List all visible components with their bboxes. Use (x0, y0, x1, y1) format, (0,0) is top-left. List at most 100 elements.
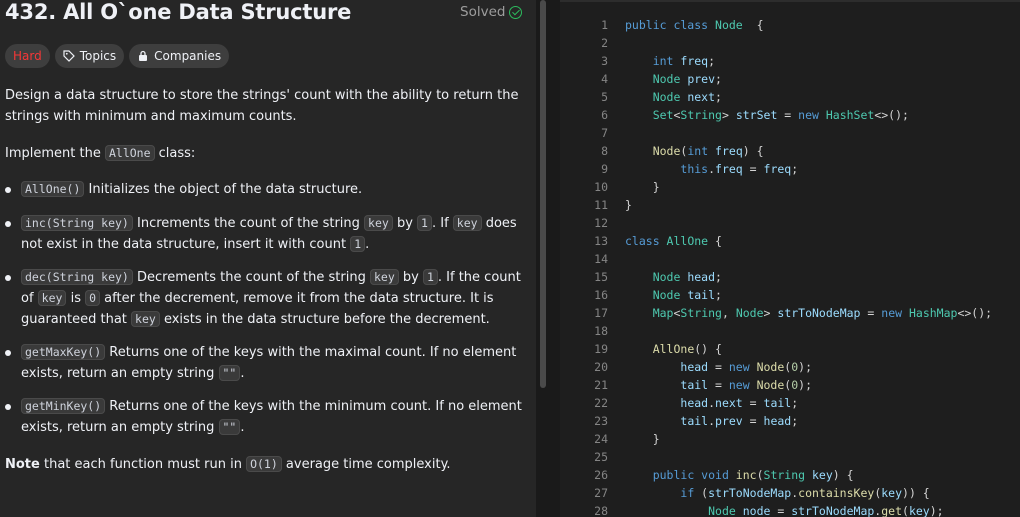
line-content[interactable]: Node(int freq) { (625, 142, 764, 160)
line-content[interactable]: tail.prev = head; (625, 412, 798, 430)
code-line[interactable]: 9 this.freq = freq; (560, 160, 1020, 178)
code-token: next (687, 90, 716, 104)
code-line[interactable]: 2 (560, 34, 1020, 52)
code-line[interactable]: 4 Node prev; (560, 70, 1020, 88)
line-content[interactable]: if (strToNodeMap.containsKey(key)) { (625, 484, 929, 502)
text: by (392, 216, 418, 231)
code-token: > (721, 108, 736, 122)
code-token: prev (687, 72, 716, 86)
code-token: Node (652, 72, 688, 86)
code-token: ; (715, 288, 722, 302)
inline-code: getMinKey() (21, 398, 106, 414)
code-line[interactable]: 19 AllOne() { (560, 340, 1020, 358)
code-token: ; (791, 162, 799, 176)
line-content[interactable]: Node tail; (625, 286, 722, 304)
code-token: String (680, 108, 722, 122)
code-token: new (728, 360, 757, 374)
code-line[interactable]: 25 (560, 448, 1020, 466)
line-number: 12 (594, 216, 608, 230)
line-content[interactable]: Node next; (625, 88, 722, 106)
code-line[interactable]: 18 (560, 322, 1020, 340)
code-line[interactable]: 20 head = new Node(0); (560, 358, 1020, 376)
difficulty-badge: Hard (5, 44, 50, 68)
code-line[interactable]: 3 int freq; (560, 52, 1020, 70)
code-token: int (652, 54, 681, 68)
code-token: } (625, 180, 660, 194)
line-content[interactable]: head = new Node(0); (625, 358, 812, 376)
line-content[interactable]: int freq; (625, 52, 715, 70)
line-content[interactable]: Node prev; (625, 70, 722, 88)
line-content[interactable]: this.freq = freq; (625, 160, 798, 178)
line-number: 28 (594, 504, 608, 517)
code-line[interactable]: 28 Node node = strToNodeMap.get(key); (560, 502, 1020, 517)
tag-icon (63, 50, 75, 62)
code-line[interactable]: 22 head.next = tail; (560, 394, 1020, 412)
bullet-dot (5, 404, 11, 410)
line-content[interactable]: Node node = strToNodeMap.get(key); (625, 502, 944, 517)
code-line[interactable]: 8 Node(int freq) { (560, 142, 1020, 160)
code-token: } (625, 198, 632, 212)
code-line[interactable]: 6 Set<String> strSet = new HashSet<>(); (560, 106, 1020, 124)
line-content[interactable]: public void inc(String key) { (625, 466, 854, 484)
code-line[interactable]: 26 public void inc(String key) { (560, 466, 1020, 484)
code-line[interactable]: 23 tail.prev = head; (560, 412, 1020, 430)
problem-title[interactable]: 432. All O`one Data Structure (5, 0, 351, 24)
line-content[interactable]: } (625, 178, 660, 196)
line-content[interactable]: Map<String, Node> strToNodeMap = new Has… (625, 304, 992, 322)
line-number: 5 (601, 90, 608, 104)
line-content[interactable]: head.next = tail; (625, 394, 798, 412)
text: . (365, 237, 370, 252)
code-token: Node (756, 378, 785, 392)
code-token: } (625, 432, 660, 446)
companies-button[interactable]: Companies (129, 44, 230, 68)
code-line[interactable]: 14 (560, 250, 1020, 268)
code-line[interactable]: 15 Node head; (560, 268, 1020, 286)
code-editor[interactable]: 1 public class Node {2 3 int freq; 4 Node p… (560, 0, 1020, 517)
code-token: strToNodeMap (791, 504, 875, 517)
code-line[interactable]: 5 Node next; (560, 88, 1020, 106)
bullet-dot (5, 221, 11, 227)
line-content[interactable]: } (625, 196, 632, 214)
code-line[interactable]: 17 Map<String, Node> strToNodeMap = new … (560, 304, 1020, 322)
code-line[interactable]: 16 Node tail; (560, 286, 1020, 304)
check-circle-icon (509, 5, 523, 19)
line-content[interactable]: class AllOne { (625, 232, 722, 250)
line-number: 4 (601, 72, 608, 86)
text: exists, return an empty string (21, 420, 219, 435)
code-line[interactable]: 24 } (560, 430, 1020, 448)
line-content[interactable]: public class Node { (625, 16, 764, 34)
description-scrollbar[interactable] (540, 0, 546, 388)
inline-code: 0 (85, 290, 101, 306)
text: after the decrement, remove it from the … (100, 291, 494, 306)
code-line[interactable]: 1 public class Node { (560, 16, 1020, 34)
code-token: if (680, 486, 702, 500)
code-token: ; (708, 54, 716, 68)
line-content[interactable]: } (625, 430, 660, 448)
line-content[interactable]: Set<String> strSet = new HashSet<>(); (625, 106, 909, 124)
text: guaranteed that (21, 312, 132, 327)
inline-code: inc(String key) (21, 215, 133, 231)
line-number: 22 (594, 396, 608, 410)
line-content[interactable]: Node head; (625, 268, 722, 286)
code-line[interactable]: 21 tail = new Node(0); (560, 376, 1020, 394)
code-line[interactable]: 11} (560, 196, 1020, 214)
code-line[interactable]: 27 if (strToNodeMap.containsKey(key)) { (560, 484, 1020, 502)
code-token: <>(); (874, 108, 909, 122)
code-token: Set (652, 108, 674, 122)
topics-button[interactable]: Topics (54, 44, 125, 68)
code-token: new (728, 378, 757, 392)
code-line[interactable]: 10 } (560, 178, 1020, 196)
line-content[interactable]: tail = new Node(0); (625, 376, 812, 394)
code-line[interactable]: 7 (560, 124, 1020, 142)
code-line[interactable]: 12 (560, 214, 1020, 232)
line-number: 8 (601, 144, 608, 158)
desc-paragraph-2: Implement the AllOne class: (5, 143, 195, 164)
line-content[interactable]: AllOne() { (625, 340, 722, 358)
panel-splitter[interactable] (536, 0, 552, 517)
code-token: freq (715, 162, 743, 176)
code-line[interactable]: 13 class AllOne { (560, 232, 1020, 250)
